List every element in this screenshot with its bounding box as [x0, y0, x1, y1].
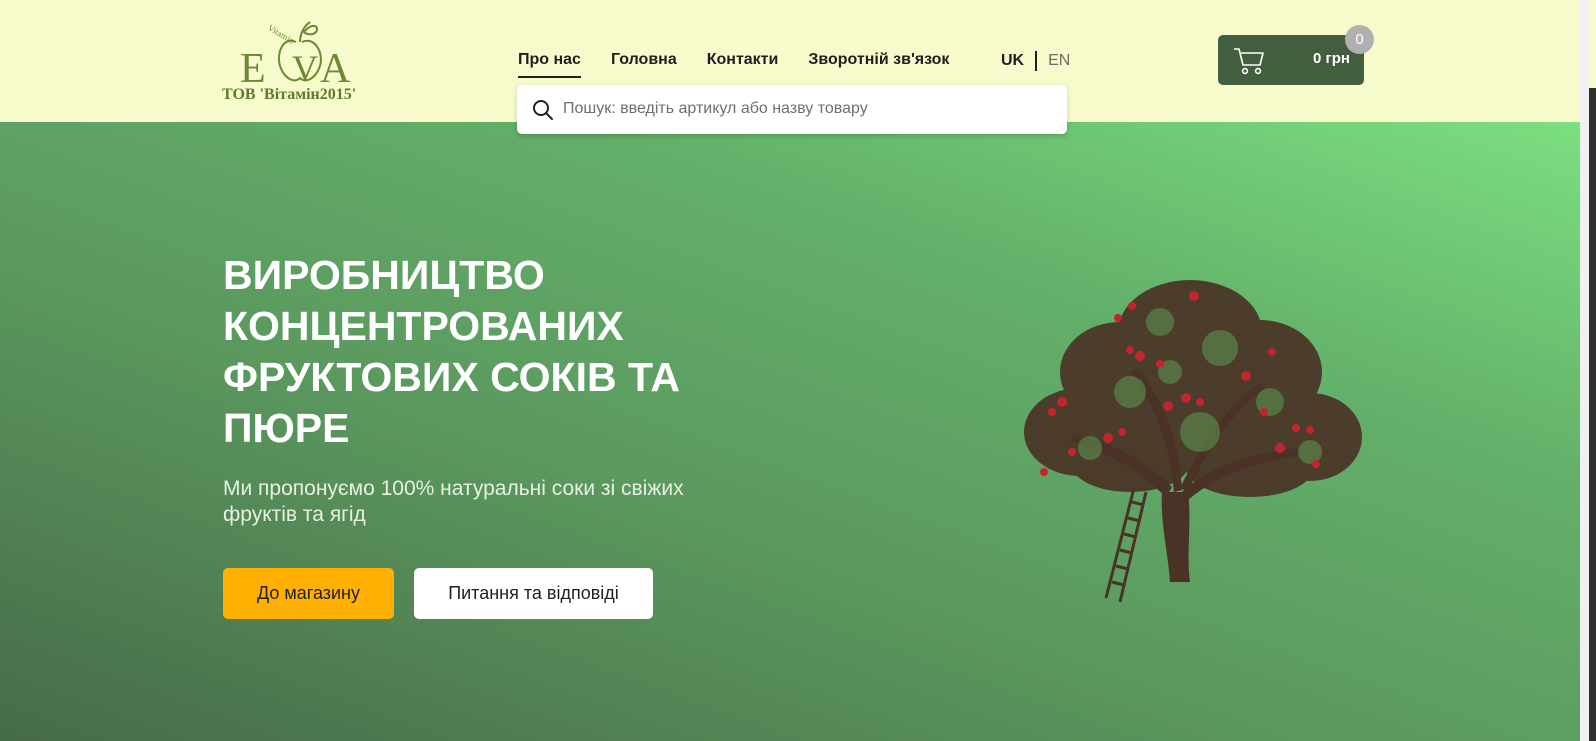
nav-item-home[interactable]: Головна	[611, 48, 677, 78]
faq-button[interactable]: Питання та відповіді	[414, 568, 653, 619]
cart-icon	[1234, 48, 1264, 75]
hero-title: ВИРОБНИЦТВО КОНЦЕНТРОВАНИХ ФРУКТОВИХ СОК…	[223, 252, 681, 451]
cart-button[interactable]: 0 грн	[1218, 35, 1364, 85]
nav-item-contacts[interactable]: Контакти	[707, 48, 779, 78]
main-nav: Про нас Головна Контакти Зворотній зв'яз…	[518, 48, 949, 78]
nav-item-about[interactable]: Про нас	[518, 48, 581, 78]
search-bar	[517, 85, 1067, 134]
lang-divider	[1035, 51, 1038, 71]
svg-text:V: V	[292, 48, 318, 88]
site-header: E V A Vitamin ТОВ 'Вітамін2015' Про нас …	[0, 0, 1580, 134]
scrollbar-track-top	[1589, 0, 1596, 88]
nav-item-feedback[interactable]: Зворотній зв'язок	[808, 48, 949, 78]
lang-uk[interactable]: UK	[1001, 49, 1024, 73]
logo-caption: ТОВ 'Вітамін2015'	[222, 86, 357, 103]
language-switcher: UK EN	[1001, 48, 1070, 74]
scrollbar-thumb[interactable]	[1589, 88, 1596, 741]
eva-logo-graphic: E V A Vitamin	[240, 21, 351, 92]
svg-text:Vitamin: Vitamin	[266, 23, 297, 46]
search-input[interactable]	[563, 95, 1053, 123]
hero-section: ВИРОБНИЦТВО КОНЦЕНТРОВАНИХ ФРУКТОВИХ СОК…	[0, 122, 1580, 741]
eva-logo[interactable]: E V A Vitamin ТОВ 'Вітамін2015'	[216, 12, 366, 106]
apple-tree-illustration	[1024, 280, 1362, 603]
search-icon[interactable]	[531, 98, 555, 122]
hero-subtitle: Ми пропонуємо 100% натуральні соки зі св…	[223, 477, 684, 526]
cart-total: 0 грн	[1313, 50, 1350, 67]
lang-en[interactable]: EN	[1048, 49, 1070, 73]
shop-button[interactable]: До магазину	[223, 568, 394, 619]
cart-count-badge: 0	[1345, 25, 1374, 54]
